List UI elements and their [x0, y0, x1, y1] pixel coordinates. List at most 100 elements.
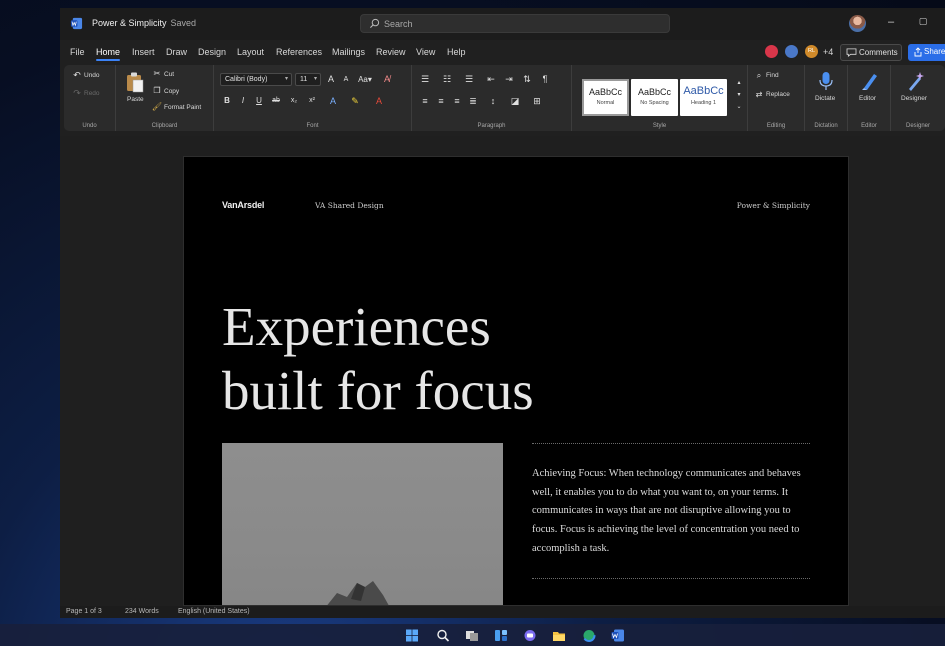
tab-home[interactable]: Home [96, 47, 121, 61]
decrease-indent-icon[interactable]: ⇤ [484, 73, 498, 85]
tab-layout[interactable]: Layout [237, 47, 264, 57]
page-count[interactable]: Page 1 of 3 [66, 608, 102, 615]
extra-collaborators-count[interactable]: +4 [823, 47, 833, 57]
group-label-designer: Designer [905, 123, 930, 129]
collaborator-avatar-3[interactable]: RL [804, 44, 819, 59]
maximize-icon[interactable]: ▢ [916, 16, 930, 27]
minimize-icon[interactable]: – [884, 16, 898, 28]
multilevel-list-icon[interactable]: ☰ [462, 73, 476, 85]
tab-view[interactable]: View [416, 47, 435, 57]
text-effects-icon[interactable]: A [326, 95, 340, 107]
document-name: Power & Simplicity [92, 18, 167, 28]
editor-button[interactable]: Editor [859, 95, 876, 102]
superscript-button[interactable]: x² [304, 95, 320, 107]
format-painter-icon: 🖌 [151, 102, 163, 111]
tab-review[interactable]: Review [376, 47, 406, 57]
language[interactable]: English (United States) [178, 608, 250, 615]
styles-more-icon[interactable]: ⌄ [732, 101, 746, 113]
document-image[interactable] [222, 443, 503, 605]
font-color-icon[interactable]: A [372, 95, 386, 107]
tab-design[interactable]: Design [198, 47, 226, 57]
widgets-icon[interactable] [494, 629, 508, 642]
title-bar: Power & Simplicity Saved Search – ▢ [60, 8, 945, 40]
style-normal[interactable]: AaBbCc Normal [582, 79, 629, 116]
comment-icon [846, 48, 857, 57]
style-heading-1[interactable]: AaBbCc Heading 1 [680, 79, 727, 116]
replace-button[interactable]: Replace [766, 91, 790, 98]
user-avatar[interactable] [849, 15, 866, 32]
font-name-dropdown[interactable]: Calibri (Body) ▾ [220, 73, 292, 86]
bullets-icon[interactable]: ☰ [418, 73, 432, 85]
collaborator-avatar-1[interactable] [764, 44, 779, 59]
task-view-icon[interactable] [465, 629, 479, 642]
body-paragraph[interactable]: Achieving Focus: When technology communi… [532, 465, 802, 559]
highlight-icon[interactable]: ✎ [348, 95, 362, 107]
justify-icon[interactable]: ≣ [466, 95, 480, 107]
bold-button[interactable]: B [220, 95, 234, 107]
edge-browser-icon[interactable] [582, 629, 596, 642]
dictate-button[interactable]: Dictate [815, 95, 835, 102]
undo-button[interactable]: Undo [84, 72, 100, 79]
teams-chat-icon[interactable] [523, 629, 537, 642]
paste-button[interactable]: Paste [127, 96, 144, 103]
document-canvas[interactable]: VanArsdel VA Shared Design Power & Simpl… [60, 136, 945, 606]
styles-scroll-up-icon[interactable]: ▴ [732, 77, 746, 89]
windows-start-icon[interactable] [405, 629, 419, 642]
subscript-button[interactable]: x₂ [286, 95, 302, 107]
grow-font-icon[interactable]: A [324, 73, 338, 85]
designer-icon[interactable] [907, 71, 925, 91]
copy-button[interactable]: Copy [164, 88, 179, 95]
word-count[interactable]: 234 Words [125, 608, 159, 615]
find-button[interactable]: Find [766, 72, 779, 79]
tab-insert[interactable]: Insert [132, 47, 155, 57]
redo-button[interactable]: Redo [84, 90, 100, 97]
taskbar-search-icon[interactable] [436, 629, 450, 642]
ribbon-group-undo: ↶ Undo ↷ Redo Undo [64, 65, 116, 131]
tab-references[interactable]: References [276, 47, 322, 57]
pilcrow-icon[interactable]: ¶ [538, 73, 552, 85]
align-center-icon[interactable]: ≡ [434, 95, 448, 107]
ribbon-group-clipboard: Paste ✂ Cut ❐ Copy 🖌 Format Paint Clipbo… [116, 65, 214, 131]
document-title: Power & Simplicity Saved [92, 18, 196, 28]
numbering-icon[interactable]: ☷ [440, 73, 454, 85]
editor-icon[interactable] [861, 71, 879, 91]
tab-mailings[interactable]: Mailings [332, 47, 365, 57]
tab-help[interactable]: Help [447, 47, 466, 57]
italic-button[interactable]: I [236, 95, 250, 107]
collaborator-avatar-2[interactable] [784, 44, 799, 59]
comments-button[interactable]: Comments [840, 44, 902, 61]
headline[interactable]: Experiences built for focus [222, 295, 534, 423]
styles-scroll-down-icon[interactable]: ▾ [732, 89, 746, 101]
tab-file[interactable]: File [70, 47, 85, 57]
document-page[interactable]: VanArsdel VA Shared Design Power & Simpl… [183, 156, 849, 606]
line-spacing-icon[interactable]: ↕ [486, 95, 500, 107]
format-painter-button[interactable]: Format Paint [164, 104, 201, 111]
borders-icon[interactable]: ⊞ [530, 95, 544, 107]
align-right-icon[interactable]: ≡ [450, 95, 464, 107]
search-box[interactable]: Search [360, 14, 670, 33]
font-size-dropdown[interactable]: 11 ▾ [295, 73, 321, 86]
clear-formatting-icon[interactable]: A̸ [380, 73, 394, 85]
paste-icon[interactable] [125, 71, 145, 93]
change-case-icon[interactable]: Aa▾ [354, 74, 376, 86]
microphone-icon[interactable] [818, 71, 834, 91]
file-explorer-icon[interactable] [552, 629, 566, 642]
ribbon-group-dictation: Dictate Dictation [805, 65, 848, 131]
strikethrough-button[interactable]: ab [268, 95, 284, 107]
ribbon-group-editor: Editor Editor [848, 65, 891, 131]
word-taskbar-icon[interactable] [611, 629, 625, 642]
designer-button[interactable]: Designer [901, 95, 927, 102]
style-preview: AaBbCc [637, 87, 672, 97]
align-left-icon[interactable]: ≡ [418, 95, 432, 107]
tab-draw[interactable]: Draw [166, 47, 187, 57]
share-button[interactable]: Share [908, 44, 945, 61]
shading-icon[interactable]: ◪ [508, 95, 522, 107]
style-no-spacing[interactable]: AaBbCc No Spacing [631, 79, 678, 116]
sort-icon[interactable]: ⇅ [520, 73, 534, 85]
copy-icon: ❐ [153, 86, 161, 95]
underline-button[interactable]: U [252, 95, 266, 107]
increase-indent-icon[interactable]: ⇥ [502, 73, 516, 85]
group-label-dictation: Dictation [814, 123, 838, 129]
cut-button[interactable]: Cut [164, 71, 174, 78]
shrink-font-icon[interactable]: A [339, 74, 353, 86]
